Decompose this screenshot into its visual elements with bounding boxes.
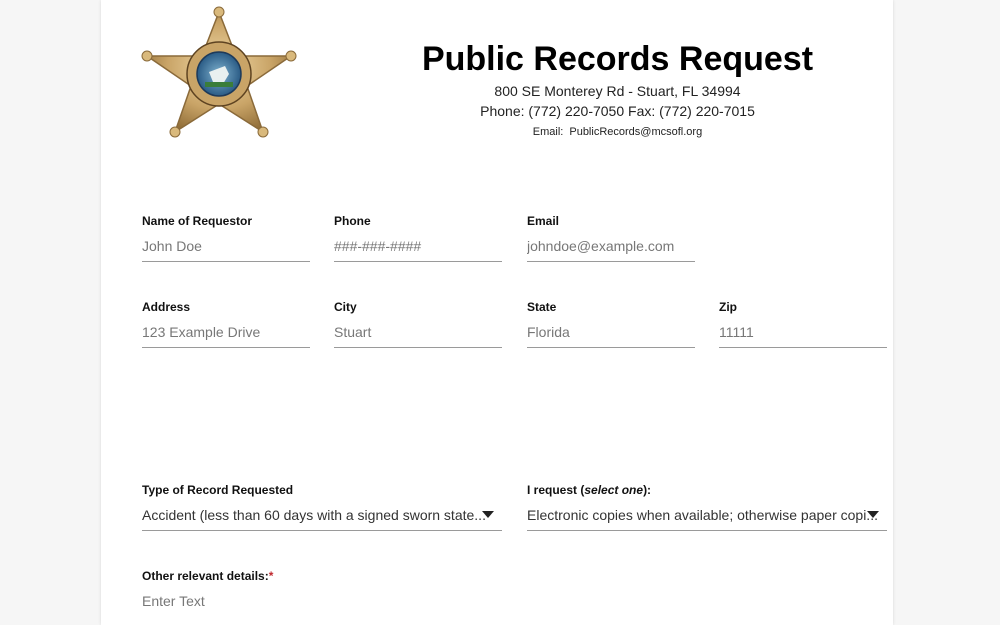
city-input[interactable]: Stuart	[334, 323, 502, 348]
chevron-down-icon[interactable]	[867, 511, 879, 518]
email-input[interactable]: johndoe@example.com	[527, 237, 695, 262]
name-label: Name of Requestor	[142, 214, 253, 228]
phone-label: Phone	[334, 214, 371, 228]
details-label: Other relevant details:*	[142, 569, 887, 583]
address-input[interactable]: 123 Example Drive	[142, 323, 310, 348]
star-badge-icon	[141, 6, 297, 138]
request-format-select[interactable]: Electronic copies when available; otherw…	[527, 506, 887, 531]
label-text: I request (	[527, 483, 585, 497]
state-label: State	[527, 300, 557, 314]
record-type-value: Accident (less than 60 days with a signe…	[142, 507, 486, 523]
label-text: ):	[643, 483, 652, 497]
record-type-select[interactable]: Accident (less than 60 days with a signe…	[142, 506, 502, 531]
phone-input[interactable]: ###-###-####	[334, 237, 502, 262]
office-address: 800 SE Monterey Rd - Stuart, FL 34994	[494, 83, 741, 99]
page-header: Public Records Request 800 SE Monterey R…	[401, 38, 834, 142]
email-field-label: Email	[527, 214, 560, 228]
zip-field: Zip 11111	[719, 300, 887, 348]
details-textarea[interactable]: Enter Text	[142, 592, 887, 616]
name-input[interactable]: John Doe	[142, 237, 310, 262]
zip-input[interactable]: 11111	[719, 323, 887, 348]
state-input[interactable]: Florida	[527, 323, 695, 348]
office-email: Email: PublicRecords@mcsofl.org	[401, 122, 834, 142]
request-format-value: Electronic copies when available; otherw…	[527, 507, 878, 523]
address-label: Address	[142, 300, 191, 314]
sheriff-badge-logo	[139, 4, 299, 144]
city-label: City	[334, 300, 357, 314]
chevron-down-icon[interactable]	[482, 511, 494, 518]
state-field: State Florida	[527, 300, 695, 348]
record-type-field: Type of Record Requested Accident (less …	[142, 483, 502, 531]
record-type-label: Type of Record Requested	[142, 483, 294, 497]
email-link[interactable]: PublicRecords@mcsofl.org	[569, 126, 702, 138]
details-label-text: Other relevant details:	[142, 569, 269, 583]
request-format-field: I request (select one): Electronic copie…	[527, 483, 887, 531]
request-format-label: I request (select one):	[527, 483, 887, 497]
form-card: Public Records Request 800 SE Monterey R…	[101, 0, 893, 625]
email-field: Email johndoe@example.com	[527, 214, 695, 262]
required-marker: *	[268, 569, 274, 583]
office-phone-fax: Phone: (772) 220-7050 Fax: (772) 220-701…	[480, 103, 755, 119]
email-label: Email:	[532, 126, 564, 138]
phone-field: Phone ###-###-####	[334, 214, 502, 262]
label-emphasis: select one	[584, 483, 644, 497]
name-field: Name of Requestor John Doe	[142, 214, 310, 262]
zip-label: Zip	[719, 300, 737, 314]
city-field: City Stuart	[334, 300, 502, 348]
address-field: Address 123 Example Drive	[142, 300, 310, 348]
details-field: Other relevant details:* Enter Text	[142, 569, 887, 616]
page-title: Public Records Request	[421, 40, 814, 78]
